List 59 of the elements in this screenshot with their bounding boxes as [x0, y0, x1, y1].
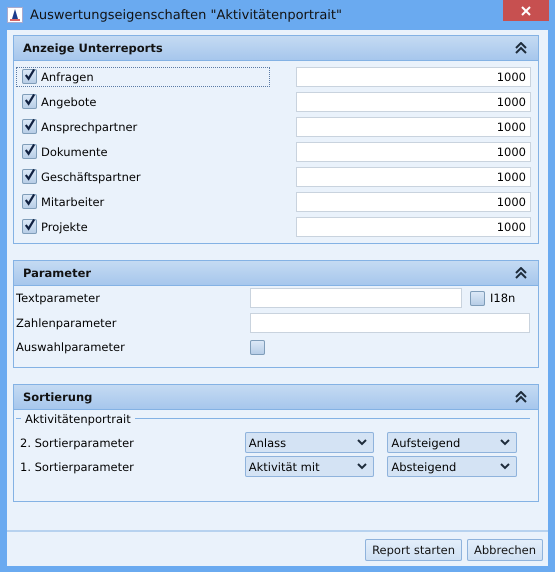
sort-label: 2. Sortierparameter — [19, 436, 135, 450]
checkbox-row[interactable]: Geschäftspartner — [16, 166, 270, 186]
checkbox[interactable] — [22, 194, 37, 209]
checkbox[interactable] — [250, 340, 265, 355]
checkbox-label: Anfragen — [41, 70, 94, 84]
section-title: Parameter — [23, 266, 92, 280]
section-title: Anzeige Unterreports — [23, 41, 163, 55]
number-field[interactable]: 1000 — [296, 142, 531, 162]
checkbox-row[interactable]: Mitarbeiter — [16, 192, 270, 212]
checkbox-label: I18n — [490, 291, 516, 306]
checkbox-label: Projekte — [41, 220, 88, 234]
parameter-label: Textparameter — [16, 291, 101, 306]
dropdown[interactable]: Absteigend — [387, 456, 518, 477]
number-field[interactable]: 1000 — [296, 92, 531, 112]
checkbox[interactable] — [22, 94, 37, 109]
close-button[interactable] — [503, 0, 549, 21]
dropdown[interactable]: Aktivität mit — [244, 456, 374, 477]
checkbox-row[interactable]: Anfragen — [16, 66, 270, 86]
dialog-button[interactable]: Report starten — [365, 539, 462, 561]
number-field[interactable]: 1000 — [296, 66, 531, 86]
number-field[interactable] — [250, 312, 530, 333]
number-field[interactable]: 1000 — [296, 192, 531, 212]
checkbox-label: Angebote — [41, 94, 96, 108]
checkbox[interactable] — [22, 119, 37, 134]
checkbox-row[interactable]: Projekte — [16, 216, 270, 236]
group-label: Aktivitätenportrait — [25, 412, 131, 426]
window-title: Auswertungseigenschaften "Aktivitätenportrait" — [30, 8, 342, 22]
checkbox-label: Dokumente — [41, 144, 108, 158]
checkbox-label: Geschäftspartner — [41, 170, 141, 184]
checkbox[interactable] — [22, 69, 37, 84]
chevron-down-icon — [500, 463, 510, 470]
number-field[interactable]: 1000 — [296, 216, 531, 236]
number-field[interactable]: 1000 — [296, 116, 531, 136]
number-field[interactable]: 1000 — [296, 166, 531, 186]
sort-label: 1. Sortierparameter — [19, 460, 135, 474]
checkbox[interactable] — [22, 144, 37, 159]
dropdown[interactable]: Anlass — [244, 432, 374, 453]
checkbox-row[interactable]: Dokumente — [16, 142, 270, 162]
checkbox-row[interactable]: Angebote — [16, 92, 270, 112]
collapse-icon[interactable] — [514, 390, 528, 402]
checkbox[interactable] — [22, 219, 37, 234]
collapse-icon[interactable] — [514, 42, 528, 54]
text-field[interactable] — [250, 288, 462, 308]
section-title: Sortierung — [23, 390, 92, 404]
chevron-down-icon — [500, 439, 510, 446]
app-logo-icon — [7, 7, 23, 23]
checkbox-label: Mitarbeiter — [41, 194, 104, 208]
chevron-down-icon — [357, 463, 368, 470]
collapse-icon[interactable] — [514, 267, 528, 279]
checkbox[interactable] — [22, 169, 37, 184]
chevron-down-icon — [357, 439, 368, 446]
dialog-button[interactable]: Abbrechen — [467, 539, 543, 561]
checkbox-row[interactable]: Ansprechpartner — [16, 116, 270, 136]
dropdown[interactable]: Aufsteigend — [387, 432, 518, 453]
parameter-label: Auswahlparameter — [16, 340, 126, 354]
checkbox[interactable] — [470, 290, 485, 306]
checkbox-label: Ansprechpartner — [41, 120, 138, 134]
close-icon — [521, 6, 531, 16]
parameter-label: Zahlenparameter — [16, 316, 118, 330]
